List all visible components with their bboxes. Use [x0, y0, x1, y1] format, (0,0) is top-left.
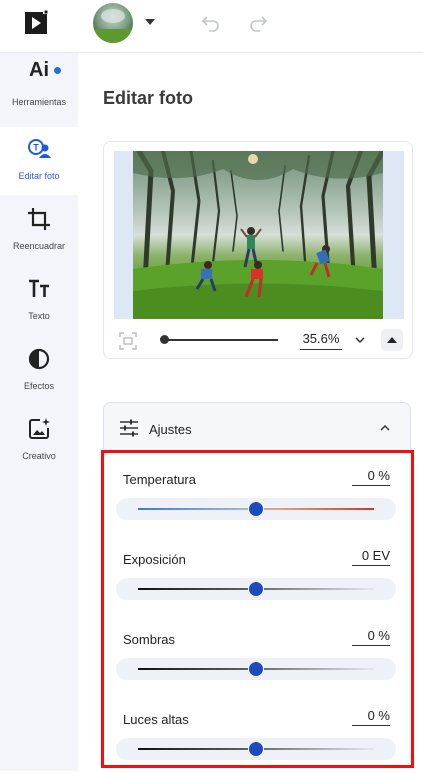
collapse-preview-button[interactable] — [381, 329, 403, 351]
sidebar-item-reencuadrar[interactable]: Reencuadrar — [0, 197, 78, 265]
highlights-slider[interactable] — [116, 738, 396, 760]
sidebar-item-creativo[interactable]: Creativo — [0, 407, 78, 475]
text-icon — [29, 279, 49, 297]
top-bar — [0, 0, 423, 53]
edit-photo-icon: T — [28, 139, 51, 158]
sidebar-item-texto[interactable]: Texto — [0, 267, 78, 335]
undo-icon[interactable] — [201, 12, 221, 32]
adjustment-luces-altas: Luces altas 0 % — [104, 693, 411, 773]
adjustment-value-input[interactable]: 0 EV — [352, 548, 390, 566]
adjustment-sombras: Sombras 0 % — [104, 613, 411, 693]
adjustments-header[interactable]: Ajustes — [103, 402, 411, 453]
photo-preview-card: 35.6% — [103, 141, 413, 359]
adjustment-value-input[interactable]: 0 % — [352, 628, 390, 646]
adjustment-value-input[interactable]: 0 % — [352, 468, 390, 486]
effects-icon — [28, 348, 50, 370]
sidebar-item-label: Creativo — [22, 451, 56, 461]
slider-handle[interactable] — [249, 582, 263, 596]
adjustment-label: Luces altas — [123, 712, 189, 727]
chevron-down-icon[interactable] — [354, 334, 366, 346]
chevron-up-icon[interactable] — [379, 422, 391, 434]
sliders-icon — [120, 419, 138, 437]
zoom-level-value[interactable]: 35.6% — [300, 331, 342, 350]
fit-screen-icon[interactable] — [118, 331, 138, 351]
avatar[interactable] — [93, 3, 133, 43]
sidebar-item-label: Herramientas — [11, 97, 67, 107]
notification-badge — [53, 66, 62, 75]
slider-handle[interactable] — [249, 662, 263, 676]
adjustment-label: Temperatura — [123, 472, 196, 487]
chevron-down-icon[interactable] — [145, 19, 155, 25]
sidebar-item-label: Texto — [28, 311, 50, 321]
sidebar-item-label: Reencuadrar — [12, 241, 66, 251]
exposure-slider[interactable] — [116, 578, 396, 600]
zoom-slider-track[interactable] — [164, 339, 278, 341]
adjustments-panel: Temperatura 0 % Exposición 0 EV Sombras … — [101, 450, 414, 768]
photo-preview[interactable] — [133, 151, 383, 319]
slider-handle[interactable] — [249, 502, 263, 516]
sidebar-item-editar-foto[interactable]: T Editar foto — [0, 127, 78, 195]
adjustment-value-input[interactable]: 0 % — [352, 708, 390, 726]
adjustment-label: Sombras — [123, 632, 176, 647]
adjustment-temperatura: Temperatura 0 % — [104, 453, 411, 533]
temperature-slider[interactable] — [116, 498, 396, 520]
svg-text:T: T — [33, 143, 39, 153]
adjustment-label: Exposición — [123, 552, 186, 567]
slider-handle[interactable] — [249, 742, 263, 756]
crop-icon — [28, 208, 50, 230]
photo-image — [133, 151, 383, 319]
ai-icon: Ai — [29, 59, 49, 81]
sidebar-item-label: Editar foto — [18, 171, 60, 181]
creative-icon — [29, 418, 50, 439]
adjustment-exposicion: Exposición 0 EV — [104, 533, 411, 613]
sidebar-item-label: Efectos — [23, 381, 54, 391]
zoom-slider-handle[interactable] — [160, 335, 169, 344]
sidebar: Ai Herramientas T Editar foto Reencuadra… — [0, 53, 78, 771]
play-logo-icon[interactable] — [22, 9, 50, 37]
sidebar-item-efectos[interactable]: Efectos — [0, 337, 78, 405]
adjustments-title: Ajustes — [149, 422, 192, 437]
shadows-slider[interactable] — [116, 658, 396, 680]
page-title: Editar foto — [103, 88, 193, 108]
sidebar-item-herramientas[interactable]: Ai Herramientas — [0, 53, 78, 121]
redo-icon[interactable] — [248, 12, 268, 32]
